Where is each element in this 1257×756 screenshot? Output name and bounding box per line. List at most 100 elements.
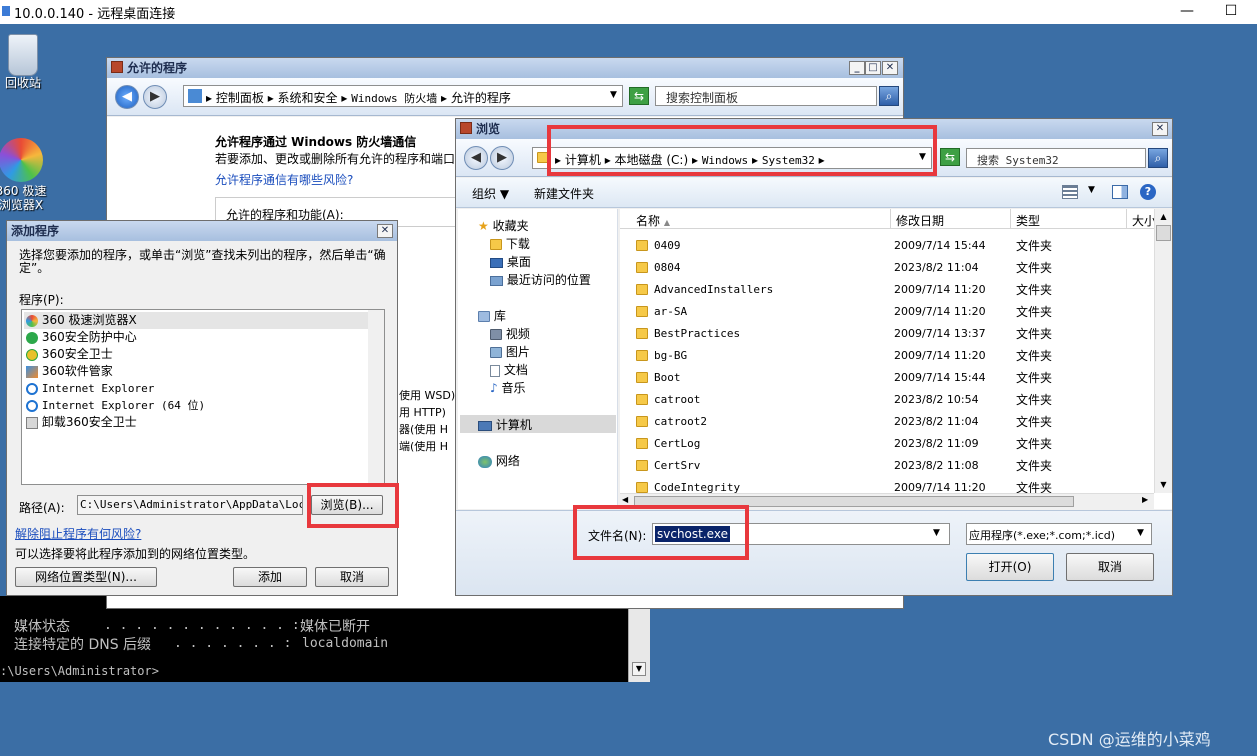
browse-search-input[interactable]: 搜索 System32 — [966, 148, 1146, 168]
rdp-icon — [2, 6, 10, 16]
scroll-thumb[interactable] — [1156, 225, 1171, 241]
table-row[interactable]: CodeIntegrity 2009/7/14 11:20 文件夹 — [620, 477, 1154, 493]
allowed-programs-titlebar: 允许的程序 _ □ ✕ — [107, 58, 903, 78]
breadcrumb-firewall[interactable]: Windows 防火墙 — [351, 92, 437, 105]
table-row[interactable]: 0409 2009/7/14 15:44 文件夹 — [620, 235, 1154, 257]
recycle-bin[interactable]: 回收站 — [0, 34, 58, 90]
network-location-button[interactable]: 网络位置类型(N)... — [15, 567, 157, 587]
chevron-down-icon[interactable]: ▼ — [610, 90, 617, 100]
table-row[interactable]: ar-SA 2009/7/14 11:20 文件夹 — [620, 301, 1154, 323]
file-date: 2023/8/2 11:04 — [894, 415, 979, 428]
minimize-button[interactable]: _ — [849, 61, 865, 75]
column-size[interactable]: 大小 — [1132, 212, 1154, 229]
close-button[interactable]: ✕ — [1152, 122, 1168, 136]
new-folder-button[interactable]: 新建文件夹 — [534, 185, 594, 202]
table-row[interactable]: bg-BG 2009/7/14 11:20 文件夹 — [620, 345, 1154, 367]
allowed-risk-link[interactable]: 允许程序通信有哪些风险? — [215, 171, 353, 188]
allowed-address-bar[interactable]: ▸ 控制面板 ▸ 系统和安全 ▸ Windows 防火墙 ▸ 允许的程序 ▼ — [183, 85, 623, 107]
close-button[interactable]: ✕ — [882, 61, 898, 75]
desktop-360-browser[interactable]: 360 极速浏览器X — [0, 138, 56, 212]
allowed-partial-list: 使用 WSD) 用 HTTP) 器(使用 H 端(使用 H — [399, 389, 456, 453]
list-item[interactable]: 360软件管家 — [26, 363, 205, 380]
folder-icon — [636, 306, 648, 317]
breadcrumb-system-security[interactable]: 系统和安全 — [278, 91, 338, 105]
chevron-down-icon[interactable]: ▼ — [1137, 528, 1144, 538]
console-line-dns-dots: . . . . . . . : — [174, 636, 292, 651]
file-type: 文件夹 — [1016, 393, 1053, 407]
filetype-select[interactable]: 应用程序(*.exe;*.com;*.icd) ▼ — [966, 523, 1152, 545]
nav-downloads[interactable]: 下载 — [490, 235, 530, 252]
nav-favorites[interactable]: ★ 收藏夹 — [478, 217, 529, 234]
table-row[interactable]: Boot 2009/7/14 15:44 文件夹 — [620, 367, 1154, 389]
allowed-address-row: ◀ ▶ ▸ 控制面板 ▸ 系统和安全 ▸ Windows 防火墙 ▸ 允许的程序… — [107, 78, 903, 116]
rdp-minimize-button[interactable]: — — [1164, 0, 1210, 24]
programs-scrollbar[interactable] — [368, 310, 384, 484]
search-icon[interactable]: ⌕ — [1148, 148, 1168, 168]
search-icon[interactable]: ⌕ — [879, 86, 899, 106]
nav-pictures[interactable]: 图片 — [490, 343, 530, 360]
organize-menu[interactable]: 组织 ▼ — [472, 185, 509, 202]
breadcrumb-control-panel[interactable]: 控制面板 — [216, 91, 264, 105]
cancel-button[interactable]: 取消 — [1066, 553, 1154, 581]
list-item[interactable]: Internet Explorer (64 位) — [26, 397, 205, 414]
chevron-left-icon[interactable]: ◀ — [622, 495, 628, 504]
file-name: AdvancedInstallers — [654, 283, 774, 296]
file-type: 文件夹 — [1016, 349, 1053, 363]
chevron-down-icon[interactable]: ▼ — [1156, 477, 1171, 492]
table-row[interactable]: catroot2 2023/8/2 11:04 文件夹 — [620, 411, 1154, 433]
nav-computer[interactable]: 计算机 — [478, 416, 532, 433]
rdp-maximize-button[interactable]: ☐ — [1208, 0, 1254, 24]
nav-network[interactable]: 网络 — [478, 452, 520, 469]
folder-icon — [636, 482, 648, 493]
chevron-down-icon[interactable]: ▼ — [1088, 185, 1095, 195]
forward-button[interactable]: ▶ — [490, 146, 514, 170]
chevron-up-icon[interactable]: ▲ — [1156, 209, 1171, 224]
folder-icon — [636, 262, 648, 273]
programs-list[interactable]: 360 极速浏览器X 360安全防护中心 360安全卫士 360软件管家 Int… — [21, 309, 385, 485]
nav-recent[interactable]: 最近访问的位置 — [490, 271, 591, 288]
back-button[interactable]: ◀ — [115, 85, 139, 109]
chevron-right-icon[interactable]: ▶ — [1142, 495, 1148, 504]
table-row[interactable]: AdvancedInstallers 2009/7/14 11:20 文件夹 — [620, 279, 1154, 301]
path-input[interactable]: C:\Users\Administrator\AppData\Local\ — [77, 495, 303, 515]
list-item[interactable]: 360安全卫士 — [26, 346, 205, 363]
close-button[interactable]: ✕ — [377, 224, 393, 238]
add-button[interactable]: 添加 — [233, 567, 307, 587]
maximize-button[interactable]: □ — [865, 61, 881, 75]
table-row[interactable]: 0804 2023/8/2 11:04 文件夹 — [620, 257, 1154, 279]
back-button[interactable]: ◀ — [464, 146, 488, 170]
folder-icon — [636, 372, 648, 383]
allowed-search-input[interactable]: 搜索控制面板 — [655, 86, 877, 106]
table-row[interactable]: BestPractices 2009/7/14 13:37 文件夹 — [620, 323, 1154, 345]
open-button[interactable]: 打开(O) — [966, 553, 1054, 581]
table-row[interactable]: catroot 2023/8/2 10:54 文件夹 — [620, 389, 1154, 411]
list-item[interactable]: 卸载360安全卫士 — [26, 414, 205, 431]
chevron-down-icon[interactable]: ▼ — [933, 528, 940, 538]
view-icon[interactable] — [1062, 185, 1078, 199]
rdp-title: 10.0.0.140 - 远程桌面连接 — [14, 7, 176, 22]
table-row[interactable]: CertSrv 2023/8/2 11:08 文件夹 — [620, 455, 1154, 477]
refresh-button[interactable]: ⇆ — [940, 148, 960, 166]
file-list-vscroll[interactable]: ▲ ▼ — [1154, 209, 1172, 493]
preview-pane-icon[interactable] — [1112, 185, 1128, 199]
cancel-button[interactable]: 取消 — [315, 567, 389, 587]
help-icon[interactable]: ? — [1140, 184, 1156, 200]
breadcrumb-allowed-programs[interactable]: 允许的程序 — [451, 91, 511, 105]
column-type[interactable]: 类型 — [1016, 212, 1040, 229]
browse-command-bar: 组织 ▼ 新建文件夹 ▼ ? — [456, 178, 1172, 208]
list-item[interactable]: Internet Explorer — [26, 380, 205, 397]
list-item[interactable]: 360安全防护中心 — [26, 329, 205, 346]
nav-desktop[interactable]: 桌面 — [490, 253, 531, 270]
forward-button[interactable]: ▶ — [143, 85, 167, 109]
unblock-risk-link[interactable]: 解除阻止程序有何风险? — [15, 525, 141, 542]
nav-videos[interactable]: 视频 — [490, 325, 530, 342]
nav-music[interactable]: ♪ 音乐 — [490, 379, 526, 396]
list-item[interactable]: 360 极速浏览器X — [26, 312, 205, 329]
nav-documents[interactable]: 文档 — [490, 361, 528, 378]
column-date[interactable]: 修改日期 — [896, 212, 944, 229]
refresh-button[interactable]: ⇆ — [629, 87, 649, 105]
table-row[interactable]: CertLog 2023/8/2 11:09 文件夹 — [620, 433, 1154, 455]
nav-library[interactable]: 库 — [478, 307, 506, 324]
chevron-down-icon[interactable]: ▼ — [632, 662, 646, 676]
column-name[interactable]: 名称 ▲ — [636, 212, 670, 229]
